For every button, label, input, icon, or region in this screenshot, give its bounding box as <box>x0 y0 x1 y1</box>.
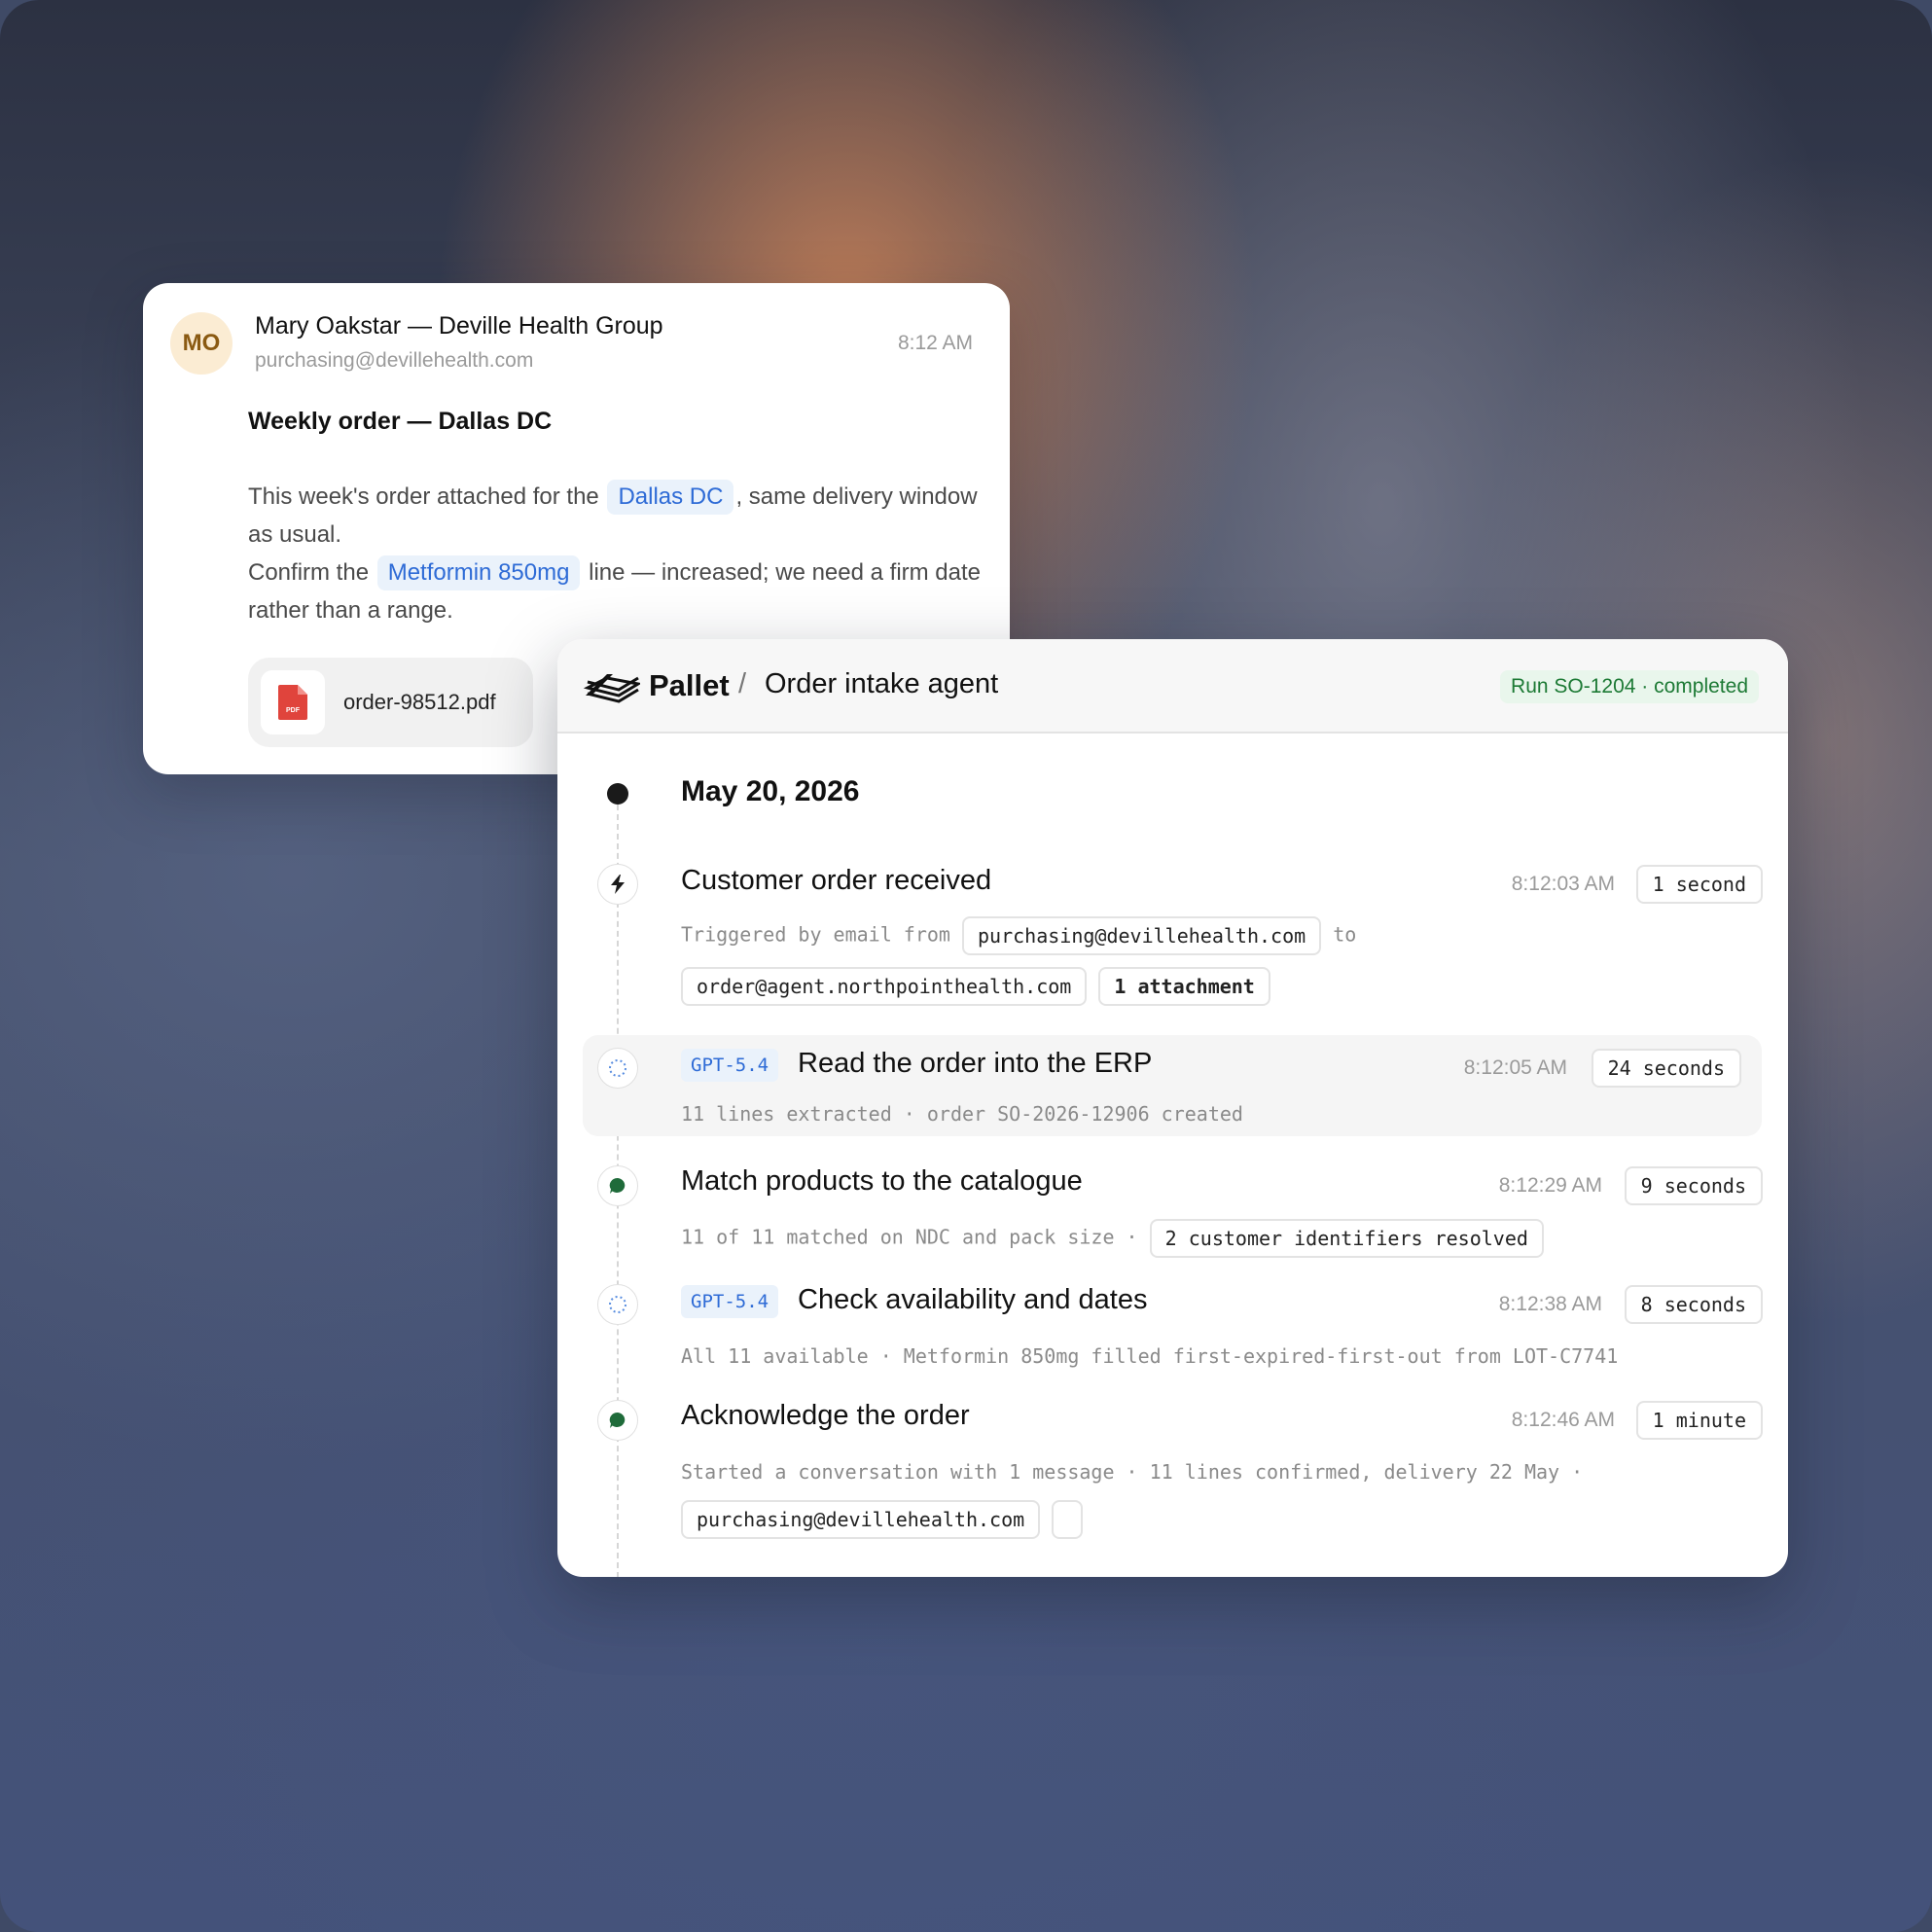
pdf-icon-label: PDF <box>286 707 301 714</box>
step-title[interactable]: Match products to the catalogue <box>681 1165 1083 1198</box>
email-paragraph: Confirm the Metformin 850mg line — incre… <box>248 554 987 629</box>
spinner-icon <box>597 1048 638 1089</box>
step-title[interactable]: Acknowledge the order <box>681 1400 970 1432</box>
step-duration: 1 second <box>1635 865 1763 904</box>
email-chip[interactable]: purchasing@devillehealth.com <box>681 1500 1041 1539</box>
sender-name: Mary Oakstar — Deville Health Group <box>255 312 663 340</box>
step-title[interactable]: Read the order into the ERP <box>798 1048 1152 1080</box>
step-title[interactable]: Check availability and dates <box>798 1284 1147 1316</box>
step-duration: 9 seconds <box>1624 1166 1763 1205</box>
step-timestamp: 8:12:38 AM <box>1498 1293 1602 1315</box>
step-detail: 11 lines extracted · order SO-2026-12906… <box>681 1102 1243 1126</box>
brand-name[interactable]: Pallet <box>649 668 730 703</box>
lightning-icon <box>597 864 638 905</box>
pallet-logo-icon <box>584 674 640 703</box>
pdf-file-icon: PDF <box>261 670 325 734</box>
model-tag: GPT-5.4 <box>681 1285 779 1318</box>
body-text: This week's order attached for the <box>248 483 599 510</box>
step-detail: purchasing@devillehealth.com <box>681 1500 1084 1539</box>
chat-bubble-icon <box>597 1400 638 1441</box>
resolved-identifiers-chip[interactable]: 2 customer identifiers resolved <box>1149 1219 1544 1258</box>
step-detail: Triggered by email from purchasing@devil… <box>681 916 1356 955</box>
email-chip[interactable]: purchasing@devillehealth.com <box>962 916 1322 955</box>
attachment-count-chip[interactable]: 1 attachment <box>1098 967 1270 1006</box>
page-title: Order intake agent <box>765 668 999 699</box>
detail-text: Triggered by email from <box>681 922 950 947</box>
agent-run-panel: Pallet / Order intake agent Run SO-1204 … <box>557 639 1788 1577</box>
step-duration: 24 seconds <box>1591 1049 1741 1088</box>
more-chip[interactable] <box>1052 1500 1084 1539</box>
step-timestamp: 8:12:05 AM <box>1463 1056 1567 1079</box>
step-detail: All 11 available · Metformin 850mg fille… <box>681 1344 1619 1368</box>
email-subject: Weekly order — Dallas DC <box>248 408 553 435</box>
email-paragraph: This week's order attached for the Dalla… <box>248 478 987 554</box>
email-body: This week's order attached for the Dalla… <box>248 478 987 629</box>
email-chip[interactable]: order@agent.northpointhealth.com <box>681 967 1088 1006</box>
step-detail: order@agent.northpointhealth.com 1 attac… <box>681 967 1270 1006</box>
panel-header: Pallet / Order intake agent Run SO-1204 … <box>557 639 1788 733</box>
email-time: 8:12 AM <box>897 332 973 354</box>
model-tag: GPT-5.4 <box>681 1049 779 1082</box>
attachment-chip[interactable]: PDF order-98512.pdf <box>248 658 533 747</box>
location-entity-chip[interactable]: Dallas DC <box>607 480 734 515</box>
body-text: Confirm the <box>248 559 370 586</box>
date-marker <box>607 783 628 805</box>
breadcrumb-separator: / <box>738 668 747 699</box>
step-detail: 11 of 11 matched on NDC and pack size · … <box>681 1219 1544 1258</box>
step-timestamp: 8:12:46 AM <box>1511 1409 1615 1431</box>
step-duration: 1 minute <box>1635 1401 1763 1440</box>
timeline-date: May 20, 2026 <box>681 775 860 807</box>
step-detail: Started a conversation with 1 message · … <box>681 1460 1584 1484</box>
step-timestamp: 8:12:03 AM <box>1511 873 1615 895</box>
step-duration: 8 seconds <box>1624 1285 1763 1324</box>
avatar: MO <box>170 312 233 375</box>
sender-email[interactable]: purchasing@devillehealth.com <box>255 349 533 373</box>
spinner-icon <box>597 1284 638 1325</box>
step-timestamp: 8:12:29 AM <box>1498 1174 1602 1197</box>
detail-text: 11 of 11 matched on NDC and pack size · <box>681 1225 1138 1249</box>
attachment-filename: order-98512.pdf <box>343 690 496 714</box>
chat-bubble-icon <box>597 1165 638 1206</box>
step-title[interactable]: Customer order received <box>681 865 991 897</box>
run-status-badge[interactable]: Run SO-1204 · completed <box>1500 670 1759 703</box>
product-entity-chip[interactable]: Metformin 850mg <box>376 555 581 590</box>
detail-text: to <box>1333 922 1357 947</box>
